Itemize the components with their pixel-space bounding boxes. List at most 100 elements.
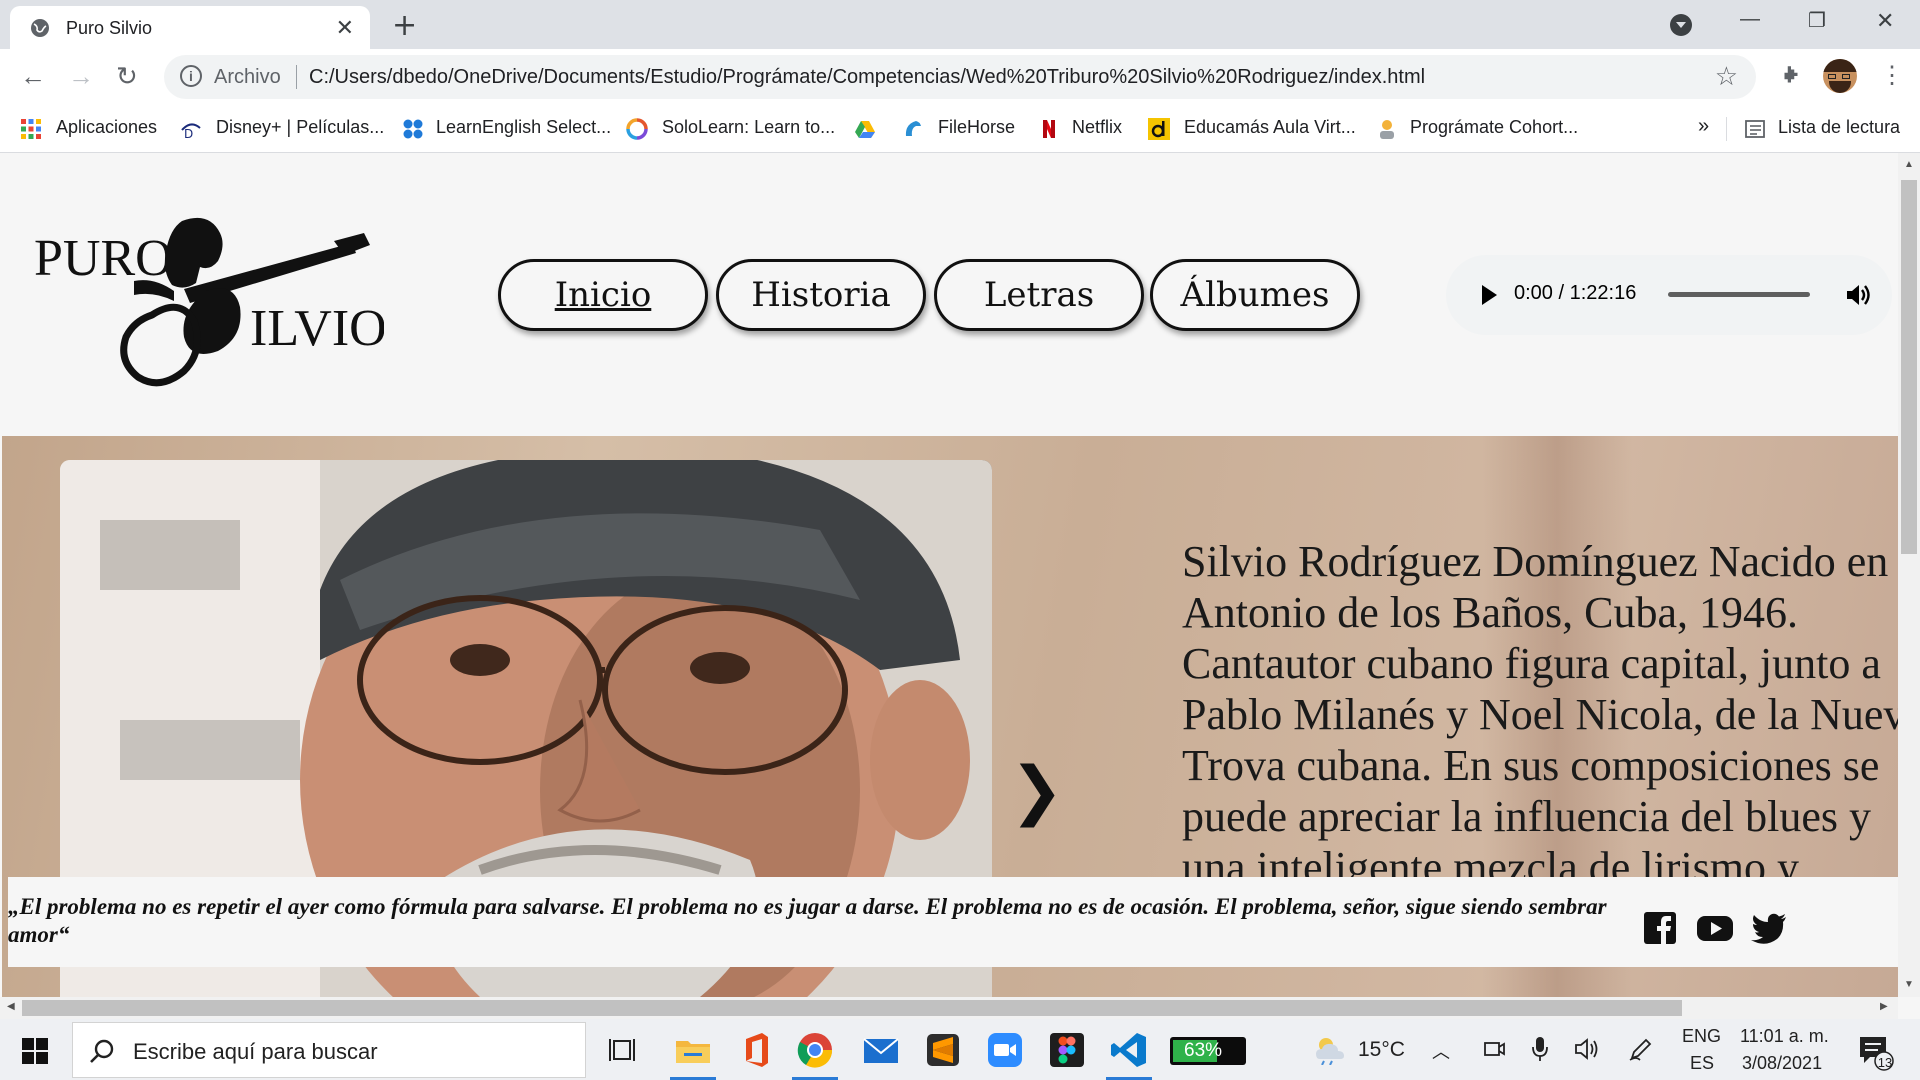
- close-tab-icon[interactable]: ✕: [336, 15, 354, 41]
- bookmark-disney[interactable]: Disney+ | Películas...: [216, 117, 384, 138]
- windows-taskbar: Escribe aquí para buscar 63% 15°C ︿ ENG …: [0, 1019, 1920, 1080]
- task-view-icon[interactable]: [606, 1031, 644, 1069]
- pen-icon[interactable]: [1628, 1036, 1654, 1062]
- close-window-icon[interactable]: ✕: [1876, 8, 1894, 34]
- twitter-icon[interactable]: [1750, 911, 1788, 945]
- bookmark-filehorse[interactable]: FileHorse: [938, 117, 1015, 138]
- mail-icon[interactable]: [862, 1031, 900, 1069]
- svg-text:D: D: [184, 127, 193, 140]
- bookmark-educamas[interactable]: Educamás Aula Virt...: [1184, 117, 1356, 138]
- audio-time: 0:00 / 1:22:16: [1514, 282, 1637, 304]
- tab-title: Puro Silvio: [66, 18, 153, 38]
- sublime-text-icon[interactable]: [924, 1031, 962, 1069]
- vertical-scrollbar[interactable]: ▲ ▼: [1898, 153, 1920, 997]
- nav-inicio[interactable]: Inicio: [498, 259, 708, 331]
- nav-historia[interactable]: Historia: [716, 259, 926, 331]
- horizontal-scroll-thumb[interactable]: [22, 1000, 1682, 1016]
- tab-search-icon[interactable]: [1670, 14, 1692, 36]
- info-icon[interactable]: i: [180, 65, 202, 87]
- nav-albumes[interactable]: Álbumes: [1150, 259, 1360, 331]
- bookmark-star-icon[interactable]: ☆: [1715, 61, 1738, 92]
- bookmark-netflix[interactable]: Netflix: [1072, 117, 1122, 138]
- bookmark-learnenglish[interactable]: LearnEnglish Select...: [436, 117, 611, 138]
- disney-icon: D: [181, 123, 201, 140]
- url-text[interactable]: C:/Users/dbedo/OneDrive/Documents/Estudi…: [309, 66, 1425, 89]
- taskbar-search-placeholder: Escribe aquí para buscar: [133, 1039, 378, 1064]
- facebook-icon[interactable]: [1642, 911, 1678, 945]
- youtube-icon[interactable]: [1696, 911, 1734, 945]
- figma-icon[interactable]: [1048, 1031, 1086, 1069]
- temperature[interactable]: 15°C: [1358, 1038, 1405, 1062]
- scroll-left-icon[interactable]: ◀: [7, 1001, 15, 1012]
- scroll-up-icon[interactable]: ▲: [1904, 159, 1914, 170]
- carousel-next-icon[interactable]: ❯: [1010, 754, 1064, 828]
- nav-letras[interactable]: Letras: [934, 259, 1144, 331]
- chevron-up-icon[interactable]: ︿: [1432, 1038, 1450, 1064]
- vertical-scroll-thumb[interactable]: [1901, 180, 1917, 554]
- more-menu-icon[interactable]: ⋮: [1880, 61, 1904, 90]
- notification-count-badge: 13: [1877, 1055, 1893, 1070]
- learnenglish-icon: [403, 119, 423, 139]
- audio-player: 0:00 / 1:22:16: [1446, 255, 1892, 335]
- bookmark-programate[interactable]: Prográmate Cohort...: [1410, 117, 1578, 138]
- bookmark-sololearn[interactable]: SoloLearn: Learn to...: [662, 117, 835, 138]
- reading-list-icon: [1745, 120, 1765, 138]
- reload-icon[interactable]: ↻: [116, 61, 138, 92]
- quote-text: „El problema no es repetir el ayer como …: [8, 894, 1607, 947]
- nav-letras-label: Letras: [983, 275, 1095, 315]
- bookmark-aplicaciones[interactable]: Aplicaciones: [56, 117, 157, 138]
- puro-silvio-logo[interactable]: PURO ILVIO: [34, 211, 384, 391]
- weather-icon[interactable]: [1312, 1035, 1348, 1065]
- play-icon[interactable]: [1482, 285, 1497, 305]
- globe-icon: [31, 19, 49, 37]
- taskbar-search-input[interactable]: Escribe aquí para buscar: [72, 1022, 586, 1078]
- google-drive-icon: [855, 121, 875, 138]
- audio-progress-slider[interactable]: [1668, 292, 1810, 297]
- chrome-icon[interactable]: [796, 1031, 834, 1069]
- bookmarks-overflow-icon[interactable]: »: [1698, 115, 1709, 138]
- battery-indicator[interactable]: 63%: [1170, 1037, 1246, 1065]
- scroll-down-icon[interactable]: ▼: [1904, 979, 1914, 990]
- tab-strip: Puro Silvio ✕ + — ❐ ✕: [0, 0, 1920, 49]
- netflix-icon: [1043, 120, 1055, 138]
- speaker-icon[interactable]: [1574, 1036, 1602, 1062]
- avatar[interactable]: [1823, 59, 1857, 93]
- language-secondary[interactable]: ES: [1690, 1053, 1714, 1074]
- extensions-icon[interactable]: [1778, 63, 1804, 89]
- minimize-icon[interactable]: —: [1740, 8, 1760, 31]
- clock-time[interactable]: 11:01 a. m.: [1740, 1026, 1829, 1047]
- educamas-icon: [1148, 118, 1170, 140]
- volume-icon[interactable]: [1844, 281, 1872, 309]
- nav-historia-label: Historia: [751, 275, 891, 315]
- scroll-right-icon[interactable]: ▶: [1880, 1001, 1888, 1012]
- meet-now-icon[interactable]: [1482, 1037, 1506, 1061]
- vscode-icon[interactable]: [1110, 1031, 1148, 1069]
- reading-list-button[interactable]: Lista de lectura: [1778, 117, 1900, 138]
- microphone-icon[interactable]: [1530, 1035, 1550, 1063]
- forward-icon[interactable]: →: [68, 61, 94, 92]
- new-tab-icon[interactable]: +: [392, 8, 417, 43]
- browser-tab[interactable]: Puro Silvio ✕: [10, 6, 370, 49]
- horizontal-scrollbar[interactable]: ◀ ▶: [0, 997, 1898, 1019]
- restore-icon[interactable]: ❐: [1808, 8, 1826, 33]
- zoom-icon[interactable]: [986, 1031, 1024, 1069]
- logo-text-puro: PURO: [34, 230, 173, 287]
- quote-footer: „El problema no es repetir el ayer como …: [8, 877, 1898, 967]
- back-icon[interactable]: ←: [20, 61, 46, 92]
- logo-text-silvio: ILVIO: [250, 300, 384, 357]
- battery-percent: 63%: [1184, 1040, 1223, 1061]
- apps-grid-icon: [21, 119, 41, 139]
- browser-toolbar: ← → ↻ i Archivo C:/Users/dbedo/OneDrive/…: [0, 49, 1920, 105]
- office-icon[interactable]: [738, 1031, 776, 1069]
- url-scheme-label: Archivo: [214, 66, 281, 88]
- bookmarks-bar: Aplicaciones D Disney+ | Películas... Le…: [0, 105, 1920, 153]
- file-explorer-icon[interactable]: [674, 1031, 712, 1069]
- windows-start-icon[interactable]: [22, 1038, 48, 1064]
- nav-inicio-label: Inicio: [554, 275, 652, 315]
- clock-date[interactable]: 3/08/2021: [1742, 1053, 1822, 1074]
- web-page: PURO ILVIO Inicio Historia Letras Álbume…: [0, 153, 1898, 997]
- bookmarks-divider: [1726, 117, 1727, 141]
- sololearn-icon: [626, 118, 648, 140]
- address-bar[interactable]: i Archivo C:/Users/dbedo/OneDrive/Docume…: [164, 55, 1756, 99]
- language-primary[interactable]: ENG: [1682, 1026, 1721, 1047]
